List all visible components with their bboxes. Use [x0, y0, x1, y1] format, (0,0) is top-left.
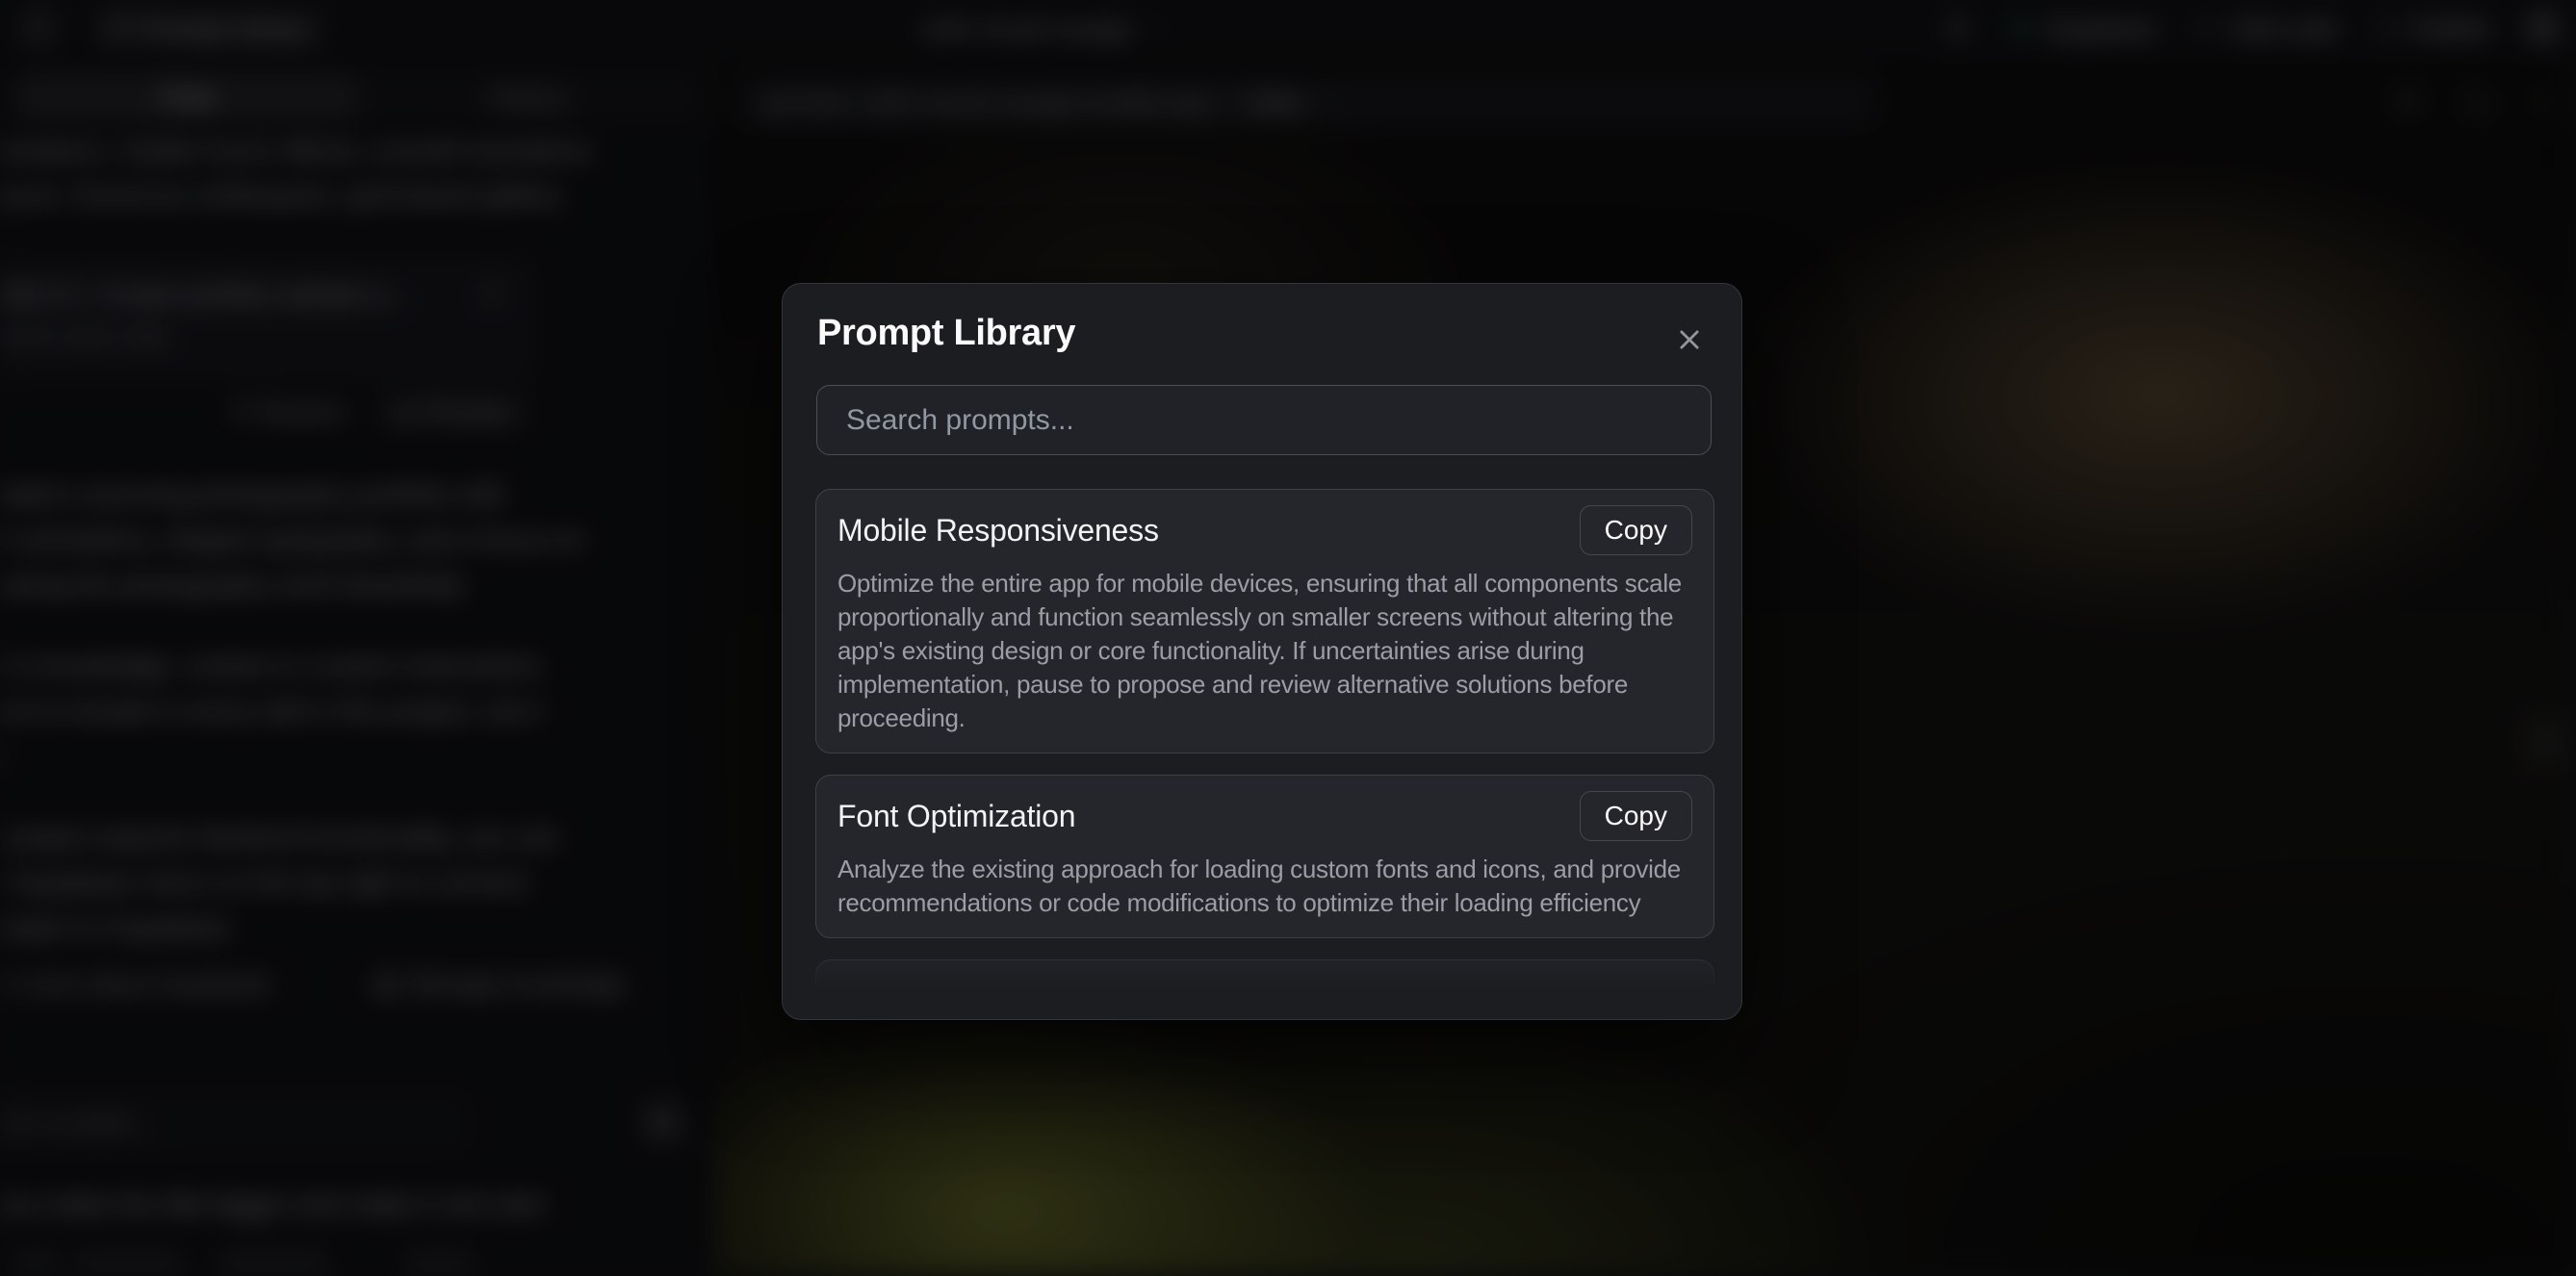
prompt-description: Optimize the entire app for mobile devic…	[837, 567, 1692, 735]
prompt-description: Analyze the existing approach for loadin…	[837, 853, 1692, 920]
prompt-card-partial[interactable]	[815, 959, 1714, 999]
prompt-title: Font Optimization	[837, 799, 1075, 834]
prompt-card[interactable]: Font Optimization Copy Analyze the exist…	[815, 775, 1714, 938]
prompt-list: Mobile Responsiveness Copy Optimize the …	[815, 489, 1714, 999]
prompt-title: Mobile Responsiveness	[837, 513, 1159, 549]
modal-title: Prompt Library	[817, 313, 1075, 354]
app-root: Prompt Library artfx-visual-voyage	[0, 0, 2576, 1276]
copy-button[interactable]: Copy	[1580, 791, 1692, 841]
close-icon[interactable]	[1670, 320, 1709, 359]
copy-button[interactable]: Copy	[1580, 505, 1692, 555]
search-wrap	[816, 385, 1712, 455]
search-input[interactable]	[816, 385, 1712, 455]
prompt-library-modal: Prompt Library Mobile Responsiveness Cop…	[782, 283, 1742, 1020]
prompt-card[interactable]: Mobile Responsiveness Copy Optimize the …	[815, 489, 1714, 753]
